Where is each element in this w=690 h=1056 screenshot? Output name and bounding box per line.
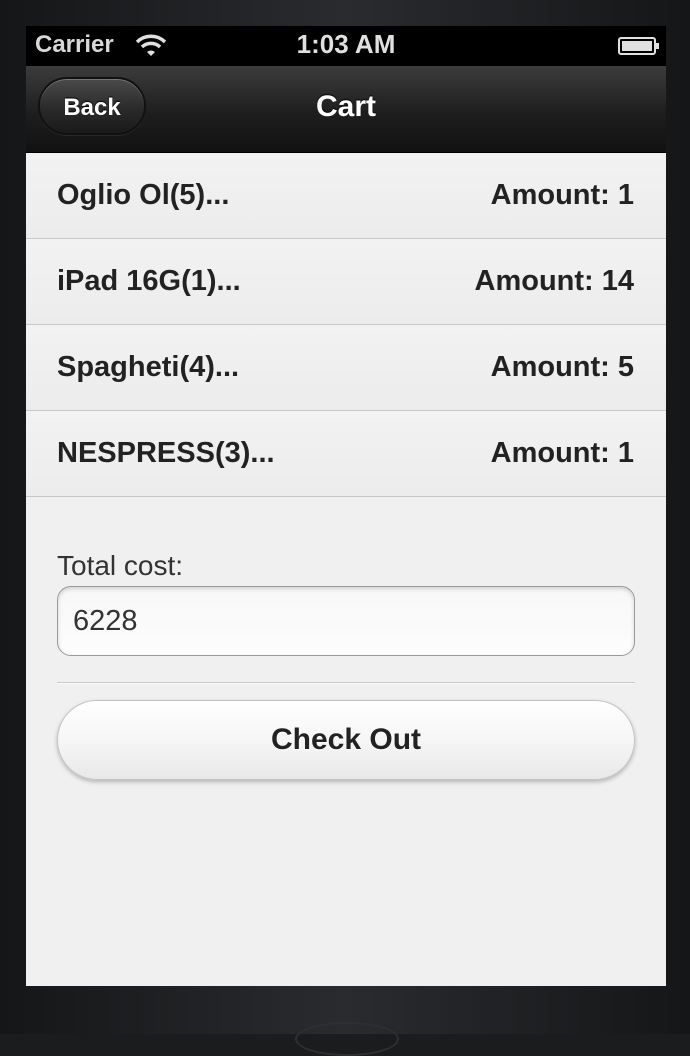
cart-item[interactable]: Oglio Ol(5)... Amount: 1 (26, 153, 666, 239)
cart-item-name: iPad 16G(1)... (57, 265, 241, 297)
cart-item[interactable]: NESPRESS(3)... Amount: 1 (26, 411, 666, 497)
app-screen: Carrier 1:03 AM Cart Back Oglio Ol(5)...… (26, 26, 666, 986)
cart-item-amount: Amount: 5 (490, 351, 634, 383)
battery-icon (618, 37, 659, 55)
check-out-button[interactable]: Check Out (57, 700, 635, 780)
cart-item-name: Spagheti(4)... (57, 351, 240, 383)
status-bar: Carrier 1:03 AM (26, 26, 666, 66)
device-frame: Carrier 1:03 AM Cart Back Oglio Ol(5)...… (0, 0, 690, 1056)
navigation-bar: Cart Back (26, 66, 666, 153)
cart-item-name: NESPRESS(3)... (57, 437, 275, 469)
total-cost-label: Total cost: (57, 550, 184, 581)
home-button[interactable] (295, 1022, 399, 1056)
cart-item[interactable]: Spagheti(4)... Amount: 5 (26, 325, 666, 411)
total-cost-field[interactable]: 6228 (57, 586, 635, 656)
cart-item-amount: Amount: 1 (490, 179, 634, 211)
cart-list: Oglio Ol(5)... Amount: 1 iPad 16G(1)... … (26, 153, 666, 497)
status-time: 1:03 AM (296, 29, 396, 59)
cart-item[interactable]: iPad 16G(1)... Amount: 14 (26, 239, 666, 325)
cart-item-name: Oglio Ol(5)... (57, 179, 230, 211)
back-button[interactable]: Back (38, 77, 146, 135)
form-divider (57, 682, 635, 684)
cart-item-amount: Amount: 14 (474, 265, 635, 297)
cart-item-amount: Amount: 1 (490, 437, 634, 469)
checkout-form: Total cost: 6228 Check Out (26, 498, 666, 986)
